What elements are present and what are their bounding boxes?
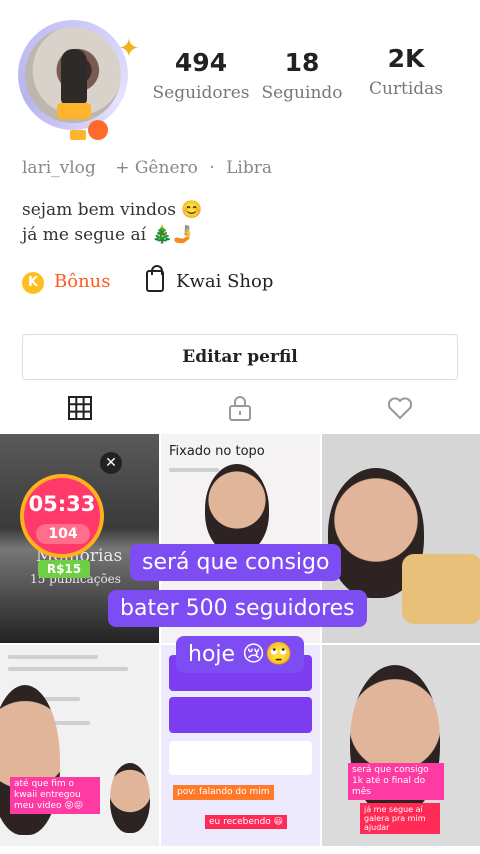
stat-likes[interactable]: 2K Curtidas <box>362 44 450 99</box>
likes-count: 2K <box>387 44 425 73</box>
close-icon[interactable]: ✕ <box>100 452 122 474</box>
following-count: 18 <box>284 48 320 77</box>
followers-label: Seguidores <box>152 83 250 103</box>
timer-value: 05:33 <box>28 492 96 516</box>
caption-line: será que consigo <box>130 544 342 581</box>
tab-private[interactable] <box>226 394 254 422</box>
sparkle-icon: ✦ <box>118 34 140 64</box>
gender-button[interactable]: + Gênero <box>115 158 198 178</box>
avatar-photo <box>25 27 121 123</box>
text-line <box>169 468 219 472</box>
followers-count: 494 <box>174 48 228 77</box>
caption-line: bater 500 seguidores <box>108 590 367 627</box>
stat-followers[interactable]: 494 Seguidores <box>148 48 254 103</box>
tab-videos[interactable] <box>66 394 94 422</box>
grid-item-video[interactable]: até que fim o kwaii entregou meu video 😝… <box>0 645 159 854</box>
thumbnail-face <box>205 464 269 554</box>
screenshot-panel <box>169 741 312 775</box>
heart-icon <box>387 397 413 419</box>
cash-reward-badge: R$15 <box>38 560 90 578</box>
countdown-timer[interactable]: 05:33 104 <box>20 474 104 558</box>
bonus-link[interactable]: Bônus <box>54 271 111 292</box>
thumbnail-face <box>110 763 150 833</box>
caption-tag: já me segue aí galera pra mim ajudar <box>360 803 440 834</box>
camera-icon <box>70 130 86 140</box>
zodiac-label: Libra <box>226 158 272 178</box>
coin-count: 104 <box>36 524 90 544</box>
avatar-figure <box>61 49 87 105</box>
shopping-bag-icon[interactable] <box>146 265 164 292</box>
avatar[interactable]: ✦ <box>18 20 140 140</box>
meta-separator: · <box>209 158 215 178</box>
username: lari_vlog <box>22 158 96 178</box>
live-badge <box>57 103 91 119</box>
profile-meta: lari_vlog + Gênero · Libra <box>22 158 286 178</box>
stat-following[interactable]: 18 Seguindo <box>258 48 346 103</box>
kwai-shop-link[interactable]: Kwai Shop <box>176 271 273 292</box>
grid-icon <box>68 396 92 420</box>
caption-tag: até que fim o kwaii entregou meu video 😝… <box>10 777 100 814</box>
following-label: Seguindo <box>261 83 343 103</box>
bio-line: já me segue aí 🎄🤳 <box>22 225 194 245</box>
grid-item-video[interactable]: será que consigo 1k até o final do mês j… <box>322 645 480 854</box>
bonus-coin-icon[interactable]: K <box>22 272 44 294</box>
profile-links: K Bônus Kwai Shop <box>22 265 462 298</box>
edit-profile-button[interactable]: Editar perfil <box>22 334 458 380</box>
flower-icon <box>88 120 108 140</box>
pinned-label: Fixado no topo <box>169 444 265 459</box>
tab-liked[interactable] <box>386 394 414 422</box>
text-line <box>8 667 128 671</box>
likes-label: Curtidas <box>368 79 444 99</box>
lock-icon <box>229 396 251 421</box>
caption-tag: será que consigo 1k até o final do mês <box>348 763 444 800</box>
text-line <box>8 655 98 659</box>
caption-tag: eu recebendo 😃 <box>205 815 288 829</box>
pizza-image <box>402 554 480 624</box>
caption-tag: pov: falando do mim <box>173 785 274 800</box>
screenshot-panel <box>169 697 312 733</box>
bottom-nav <box>0 846 480 854</box>
grid-item-video[interactable]: pov: falando do mim eu recebendo 😃 <box>161 645 320 854</box>
bio-line: sejam bem vindos 😊 <box>22 200 203 220</box>
bio: sejam bem vindos 😊 já me segue aí 🎄🤳 <box>22 198 203 248</box>
caption-line: hoje 😢🙄 <box>176 636 305 673</box>
